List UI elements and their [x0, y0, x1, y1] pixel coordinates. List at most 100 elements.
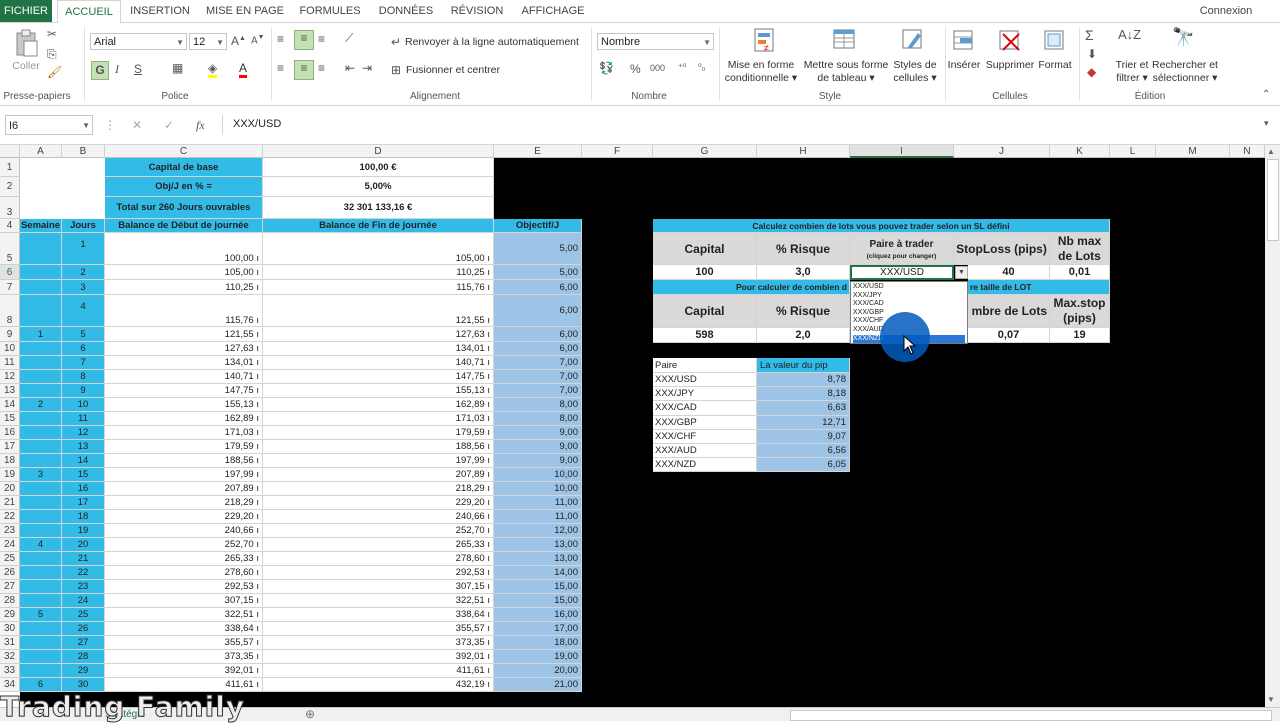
row-header[interactable]: 19: [0, 468, 20, 482]
row-header[interactable]: 32: [0, 650, 20, 664]
currency-icon[interactable]: 💱: [599, 61, 614, 75]
column-header[interactable]: J: [954, 145, 1050, 158]
end-balance-cell[interactable]: 115,76 ı: [263, 280, 494, 295]
day-cell[interactable]: 8: [62, 370, 105, 384]
calc-title[interactable]: Calculez combien de lots vous pouvez tra…: [653, 219, 1110, 233]
wrap-text-icon[interactable]: ↵: [391, 35, 401, 49]
week-cell[interactable]: [20, 566, 62, 580]
start-balance-cell[interactable]: 278,60 ı: [105, 566, 263, 580]
pip-value[interactable]: 8,78: [757, 373, 850, 388]
format-painter-icon[interactable]: 🖌: [47, 65, 62, 79]
objective-cell[interactable]: 5,00: [494, 233, 582, 265]
row-header[interactable]: 31: [0, 636, 20, 650]
end-balance-cell[interactable]: 229,20 ı: [263, 496, 494, 510]
row-header[interactable]: 21: [0, 496, 20, 510]
calc2-risque[interactable]: 2,0: [757, 328, 850, 343]
align-bottom-icon[interactable]: ≡: [318, 32, 325, 46]
start-balance-cell[interactable]: 100,00 ı: [105, 233, 263, 265]
week-cell[interactable]: [20, 440, 62, 454]
day-cell[interactable]: 15: [62, 468, 105, 482]
start-balance-cell[interactable]: 307,15 ı: [105, 594, 263, 608]
column-header[interactable]: D: [263, 145, 494, 158]
delete-cells-icon[interactable]: [998, 29, 1022, 53]
obj-value[interactable]: 5,00%: [263, 177, 494, 197]
end-balance-cell[interactable]: 197,99 ı: [263, 454, 494, 468]
wrap-text-button[interactable]: Renvoyer à la ligne automatiquement: [405, 36, 579, 49]
day-cell[interactable]: 16: [62, 482, 105, 496]
objective-cell[interactable]: 19,00: [494, 650, 582, 664]
start-balance-cell[interactable]: 155,13 ı: [105, 398, 263, 412]
start-balance-cell[interactable]: 197,99 ı: [105, 468, 263, 482]
end-balance-cell[interactable]: 292,53 ı: [263, 566, 494, 580]
start-balance-cell[interactable]: 338,64 ı: [105, 622, 263, 636]
day-cell[interactable]: 17: [62, 496, 105, 510]
start-balance-cell[interactable]: 355,57 ı: [105, 636, 263, 650]
day-cell[interactable]: 27: [62, 636, 105, 650]
total-value[interactable]: 32 301 133,16 €: [263, 197, 494, 219]
dropdown-option[interactable]: XXX/CAD: [853, 300, 965, 309]
row-header[interactable]: 28: [0, 594, 20, 608]
start-balance-cell[interactable]: 105,00 ı: [105, 265, 263, 280]
objective-cell[interactable]: 8,00: [494, 412, 582, 426]
pip-pair[interactable]: XXX/AUD: [653, 444, 757, 459]
week-cell[interactable]: [20, 384, 62, 398]
end-balance-cell[interactable]: 162,89 ı: [263, 398, 494, 412]
pip-pair[interactable]: XXX/CAD: [653, 401, 757, 416]
calc2-maxstop[interactable]: 19: [1050, 328, 1110, 343]
row-header[interactable]: 16: [0, 426, 20, 440]
number-format-combo[interactable]: Nombre ▼: [597, 33, 714, 50]
insert-button[interactable]: Insérer: [944, 59, 984, 72]
row-header[interactable]: 7: [0, 280, 20, 295]
day-cell[interactable]: 7: [62, 356, 105, 370]
day-cell[interactable]: 2: [62, 265, 105, 280]
column-header[interactable]: I: [850, 145, 954, 158]
header-jours[interactable]: Jours: [62, 219, 105, 233]
day-cell[interactable]: 29: [62, 664, 105, 678]
week-label[interactable]: 5: [20, 608, 62, 622]
header-debut[interactable]: Balance de Début de journée: [105, 219, 263, 233]
enter-icon[interactable]: ✓: [164, 118, 174, 132]
start-balance-cell[interactable]: 127,63 ı: [105, 342, 263, 356]
objective-cell[interactable]: 17,00: [494, 622, 582, 636]
end-balance-cell[interactable]: 322,51 ı: [263, 594, 494, 608]
sort-filter-icon[interactable]: A↓Z: [1118, 27, 1141, 42]
end-balance-cell[interactable]: 147,75 ı: [263, 370, 494, 384]
week-cell[interactable]: [20, 233, 62, 265]
end-balance-cell[interactable]: 140,71 ı: [263, 356, 494, 370]
end-balance-cell[interactable]: 373,35 ı: [263, 636, 494, 650]
week-cell[interactable]: [20, 356, 62, 370]
calc-header-risque[interactable]: % Risque: [757, 233, 850, 265]
merge-center-button[interactable]: Fusionner et centrer: [406, 64, 500, 77]
percent-button[interactable]: %: [630, 62, 641, 76]
week-cell[interactable]: [20, 295, 62, 327]
calc2-capital[interactable]: 598: [653, 328, 757, 343]
week-cell[interactable]: [20, 370, 62, 384]
day-cell[interactable]: 23: [62, 580, 105, 594]
day-cell[interactable]: 14: [62, 454, 105, 468]
objective-cell[interactable]: 7,00: [494, 370, 582, 384]
row-header[interactable]: 23: [0, 524, 20, 538]
thousands-button[interactable]: 000: [650, 63, 665, 73]
row-header[interactable]: 33: [0, 664, 20, 678]
day-cell[interactable]: 4: [62, 295, 105, 327]
objective-cell[interactable]: 6,00: [494, 280, 582, 295]
conditional-format-button[interactable]: Mise en forme conditionnelle ▾: [722, 59, 800, 85]
format-as-table-button[interactable]: Mettre sous forme de tableau ▾: [800, 59, 892, 85]
find-select-button[interactable]: Rechercher et sélectionner ▾: [1150, 59, 1220, 85]
week-cell[interactable]: [20, 280, 62, 295]
end-balance-cell[interactable]: 134,01 ı: [263, 342, 494, 356]
start-balance-cell[interactable]: 252,70 ı: [105, 538, 263, 552]
row-header[interactable]: 26: [0, 566, 20, 580]
increase-decimal-icon[interactable]: ⁺⁰: [678, 62, 686, 73]
calc2-lots[interactable]: 0,07: [968, 328, 1050, 343]
end-balance-cell[interactable]: 392,01 ı: [263, 650, 494, 664]
borders-icon[interactable]: ▦: [172, 61, 183, 75]
calc-header-paire[interactable]: Paire à trader (cliquez pour changer): [850, 233, 954, 265]
objective-cell[interactable]: 6,00: [494, 342, 582, 356]
end-balance-cell[interactable]: 110,25 ı: [263, 265, 494, 280]
start-balance-cell[interactable]: 121,55 ı: [105, 327, 263, 342]
select-all-corner[interactable]: [0, 145, 20, 158]
week-cell[interactable]: [20, 412, 62, 426]
start-balance-cell[interactable]: 207,89 ı: [105, 482, 263, 496]
end-balance-cell[interactable]: 207,89 ı: [263, 468, 494, 482]
